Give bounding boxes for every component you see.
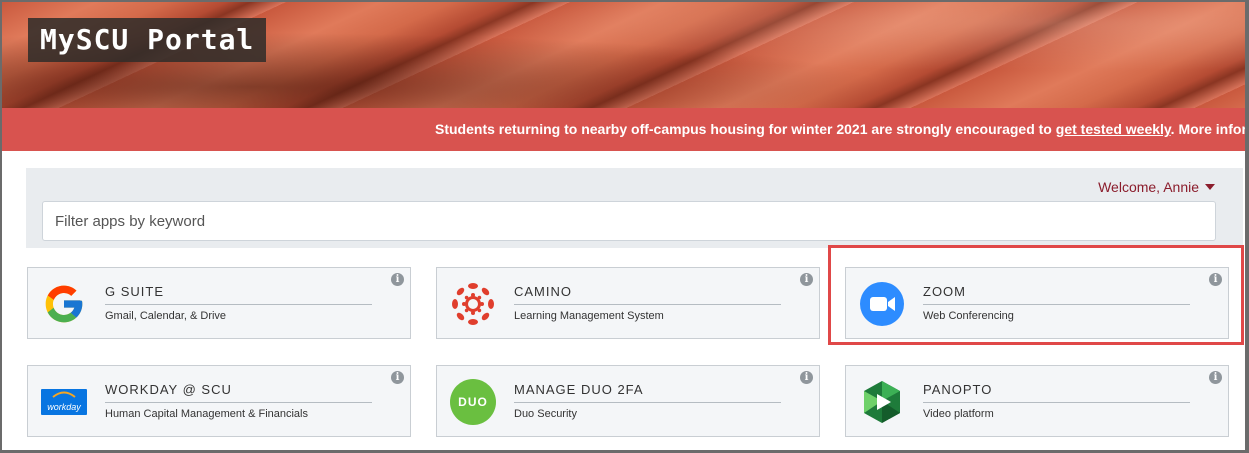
welcome-label: Welcome, Annie [1098,179,1199,195]
app-description: Learning Management System [514,310,664,322]
app-description: Gmail, Calendar, & Drive [105,310,227,322]
workday-logo-text: workday [47,402,81,412]
canvas-icon [450,281,496,327]
divider [923,402,1190,403]
page-frame: MySCU Portal Students returning to nearb… [2,2,1245,450]
welcome-menu[interactable]: Welcome, Annie [1098,179,1215,195]
alert-text: Students returning to nearby off-campus … [435,121,1056,137]
app-description: Human Capital Management & Financials [105,408,308,420]
header-banner: MySCU Portal [2,2,1245,108]
zoom-highlight-box [828,245,1244,345]
app-description: Duo Security [514,408,577,420]
filter-apps-input[interactable] [42,201,1216,241]
alert-bar: Students returning to nearby off-campus … [2,108,1245,151]
info-icon[interactable]: i [800,371,813,384]
divider [105,304,372,305]
app-description: Video platform [923,408,994,420]
divider [105,402,372,403]
app-name: CAMINO [514,284,572,299]
duo-logo-text: DUO [458,395,488,409]
info-icon[interactable]: i [1209,371,1222,384]
app-card-gsuite[interactable]: G SUITE Gmail, Calendar, & Drive i [27,267,411,339]
info-icon[interactable]: i [391,273,404,286]
app-name: PANOPTO [923,382,993,397]
app-name: WORKDAY @ SCU [105,382,232,397]
app-name: MANAGE DUO 2FA [514,382,644,397]
app-card-duo[interactable]: DUO MANAGE DUO 2FA Duo Security i [436,365,820,437]
workday-icon: workday [41,379,87,425]
filter-panel: Welcome, Annie [26,168,1243,248]
portal-title[interactable]: MySCU Portal [28,18,267,62]
alert-message: Students returning to nearby off-campus … [435,108,1245,151]
app-name: G SUITE [105,284,165,299]
info-icon[interactable]: i [391,371,404,384]
divider [514,304,781,305]
panopto-icon [859,379,905,425]
app-card-panopto[interactable]: PANOPTO Video platform i [845,365,1229,437]
app-card-workday[interactable]: workday WORKDAY @ SCU Human Capital Mana… [27,365,411,437]
google-g-icon [41,281,87,327]
get-tested-link[interactable]: get tested weekly [1056,121,1171,137]
app-card-camino[interactable]: CAMINO Learning Management System i [436,267,820,339]
info-icon[interactable]: i [800,273,813,286]
caret-down-icon [1205,184,1215,190]
divider [514,402,781,403]
alert-text-after: . More information at [1170,121,1245,137]
duo-icon: DUO [450,379,496,425]
